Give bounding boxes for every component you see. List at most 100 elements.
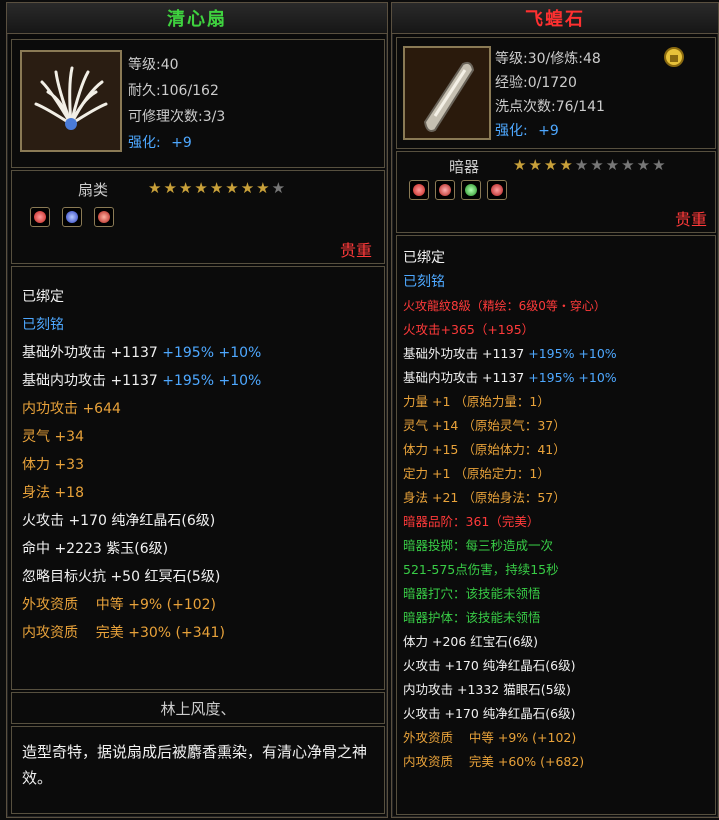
right-wash-count: 洗点次数:76/141 [495,99,605,115]
left-attr-1-bonus: +195% +10% [162,373,262,389]
fan-icon [22,52,120,150]
right-item-icon [403,46,491,140]
left-description-box: 造型奇特，据说扇成后被麝香熏染，有清心净骨之神效。 [11,726,385,814]
left-quality-0: 外攻资质 中等 +9% (+102) [22,597,217,613]
right-gem-socket-3 [461,180,481,200]
star-filled-icon: ★ [163,179,177,197]
left-description: 造型奇特，据说扇成后被麝香熏染，有清心净骨之神效。 [22,743,368,787]
right-gem-1: 火攻击 +170 纯净红晶石(6级) [403,658,576,673]
left-gem-1: 命中 +2223 紫玉(6级) [22,541,169,557]
left-gem-socket-1 [30,207,50,227]
right-gem-socket-1 [409,180,429,200]
left-item-tooltip: 清心扇 等级:40 耐久:106/162 可修理次数:3/3 强化: +9 扇类… [6,2,388,818]
star-filled-icon: ★ [256,179,270,197]
left-item-type: 扇类 [78,181,109,199]
right-item-type: 暗器 [449,158,480,176]
star-empty-icon: ★ [636,156,651,174]
right-star-rating: ★ ★ ★ ★ ★ ★ ★ ★ ★ ★ [513,158,666,173]
left-attr-0: 基础外功攻击 +1137 +195% +10% [22,341,261,365]
right-quality-1: 内攻资质 完美 +60% (+682) [403,754,585,769]
right-item-tooltip: 飞蝗石 等级:30/修炼:48 经验:0/1720 洗点次数:76/141 强化… [391,2,719,818]
star-empty-icon: ★ [605,156,620,174]
star-filled-icon: ★ [513,156,527,174]
left-quality-1: 内攻资质 完美 +30% (+341) [22,625,225,641]
right-level: 等级:30/修炼:48 [495,51,601,67]
star-empty-icon: ★ [590,156,604,174]
right-attr-0-bonus: +195% +10% [528,346,617,361]
left-item-title-bar: 清心扇 [7,3,387,34]
left-bound: 已绑定 [22,289,64,305]
left-enhance-label: 强化: [128,135,161,151]
gold-lock-icon[interactable] [663,46,685,68]
right-bonus-3: 定力 +1 （原始定力：1） [403,466,550,481]
left-type-box: 扇类 ★ ★ ★ ★ ★ ★ ★ ★ ★ 贵重 [11,170,385,264]
right-gem-2: 内功攻击 +1332 猫眼石(5级) [403,682,571,697]
right-bonus-2: 体力 +15 （原始体力：41） [403,442,566,457]
left-enhance-value: +9 [171,135,192,151]
right-rank: 暗器品阶：361（完美） [403,514,540,529]
star-empty-icon: ★ [574,156,589,174]
left-attr-box: 已绑定 已刻铭 基础外功攻击 +1137 +195% +10% 基础内功攻击 +… [11,266,385,690]
left-attr-1: 基础内功攻击 +1137 +195% +10% [22,369,261,393]
right-rarity: 贵重 [674,210,707,229]
star-filled-icon: ★ [528,156,542,174]
left-gem-socket-2 [62,207,82,227]
right-skill-2: 暗器打穴：该技能未领悟 [403,586,541,601]
right-red-0: 火攻龍紋8級（精绘：6级0等・穿心） [403,299,606,313]
right-skill-3: 暗器护体：该技能未领悟 [403,610,541,625]
right-enhance: 强化: +9 [495,120,559,140]
right-gem-socket-2 [435,180,455,200]
star-empty-icon: ★ [271,179,286,197]
left-gem-socket-3 [94,207,114,227]
star-filled-icon: ★ [194,179,208,197]
right-header-box: 等级:30/修炼:48 经验:0/1720 洗点次数:76/141 强化: +9 [396,37,716,149]
left-header-box: 等级:40 耐久:106/162 可修理次数:3/3 强化: +9 [11,39,385,168]
left-star-rating: ★ ★ ★ ★ ★ ★ ★ ★ ★ [148,181,285,196]
right-type-box: 暗器 ★ ★ ★ ★ ★ ★ ★ ★ ★ ★ 贵重 [396,151,716,233]
right-attr-1-bonus: +195% +10% [528,370,617,385]
right-attr-1: 基础内功攻击 +1137 +195% +10% [403,366,617,390]
left-bonus-1: 灵气 +34 [22,429,84,445]
right-red-1: 火攻击+365（+195） [403,322,535,337]
star-empty-icon: ★ [621,156,635,174]
left-item-title: 清心扇 [167,9,227,30]
left-gem-2: 忽略目标火抗 +50 红冥石(5级) [22,569,221,585]
right-bonus-4: 身法 +21 （原始身法：57） [403,490,566,505]
right-quality-0: 外攻资质 中等 +9% (+102) [403,730,577,745]
left-bonus-3: 身法 +18 [22,485,84,501]
right-skill-0: 暗器投掷：每三秒造成一次 [403,538,554,553]
left-rarity: 贵重 [339,241,372,260]
star-filled-icon: ★ [209,179,224,197]
left-attr-0-bonus: +195% +10% [162,345,262,361]
right-enhance-label: 强化: [495,123,528,139]
left-engraved: 已刻铭 [22,317,64,333]
left-bonus-0: 内功攻击 +644 [22,401,121,417]
star-empty-icon: ★ [652,156,666,174]
right-engraved: 已刻铭 [403,274,445,290]
star-filled-icon: ★ [559,156,573,174]
throwing-stone-icon [405,48,489,138]
right-item-title: 飞蝗石 [525,9,585,30]
right-gem-socket-4 [487,180,507,200]
right-item-title-bar: 飞蝗石 [392,3,718,34]
right-attr-box: 已绑定 已刻铭 火攻龍紋8級（精绘：6级0等・穿心） 火攻击+365（+195）… [396,235,716,815]
right-enhance-value: +9 [538,123,559,139]
right-gem-3: 火攻击 +170 纯净红晶石(6级) [403,706,576,721]
left-engraving-box: 林上风度、 [11,692,385,724]
star-filled-icon: ★ [225,179,239,197]
star-filled-icon: ★ [240,179,255,197]
left-bonus-2: 体力 +33 [22,457,84,473]
right-attr-0-base: 基础外功攻击 +1137 [403,346,529,361]
left-level: 等级:40 [128,57,179,73]
right-attr-1-base: 基础内功攻击 +1137 [403,370,529,385]
right-gem-0: 体力 +206 红宝石(6级) [403,634,538,649]
star-filled-icon: ★ [178,179,193,197]
left-gem-0: 火攻击 +170 纯净红晶石(6级) [22,513,216,529]
right-exp: 经验:0/1720 [495,75,577,91]
right-bonus-1: 灵气 +14 （原始灵气：37） [403,418,566,433]
star-filled-icon: ★ [543,156,558,174]
left-item-icon [20,50,122,152]
star-filled-icon: ★ [148,179,162,197]
left-attr-0-base: 基础外功攻击 +1137 [22,345,163,361]
right-bonus-0: 力量 +1 （原始力量：1） [403,394,550,409]
